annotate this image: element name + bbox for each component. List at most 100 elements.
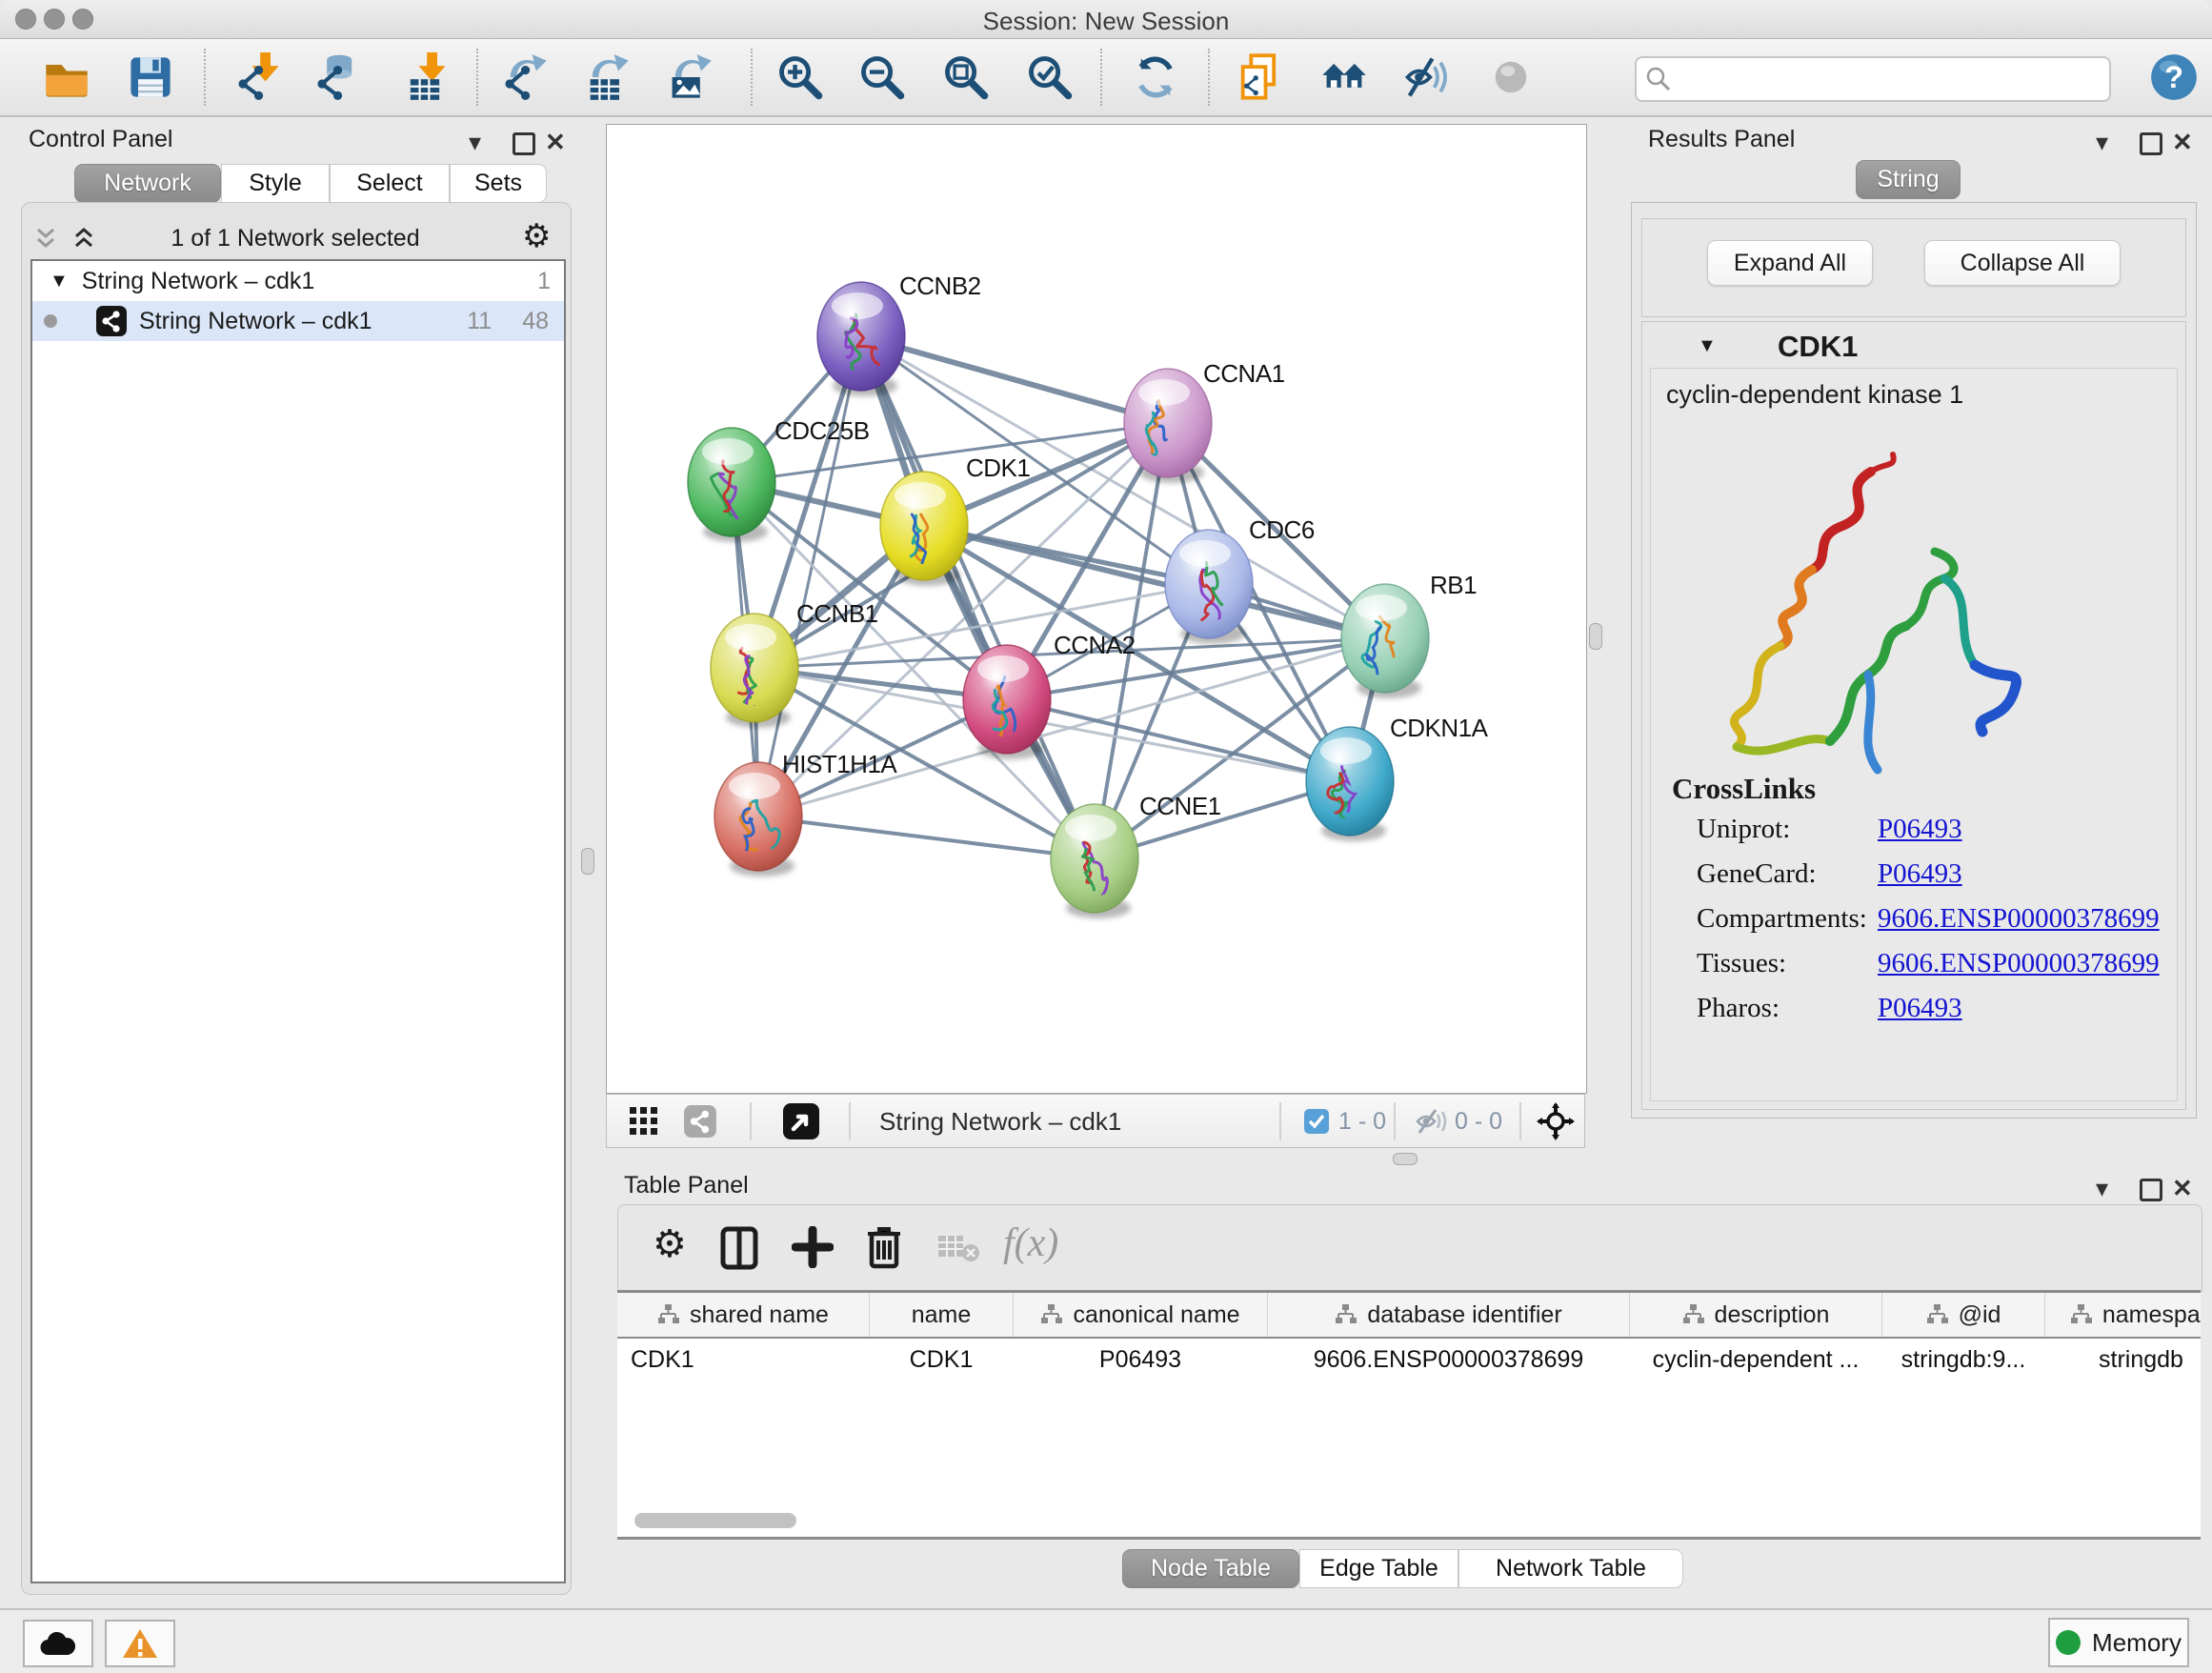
collapse-all-icon[interactable] bbox=[34, 227, 72, 252]
network-node-CDKN1A[interactable] bbox=[1306, 727, 1394, 841]
network-graph[interactable]: CCNB2CCNA1CDC25BCDK1CDC6RB1CCNB1CCNA2CDK… bbox=[607, 125, 1584, 1091]
refresh-icon[interactable] bbox=[1131, 52, 1180, 102]
export-network-icon[interactable] bbox=[500, 52, 550, 102]
shared-column-tree-icon bbox=[1682, 1304, 1705, 1325]
tab-sets[interactable]: Sets bbox=[450, 164, 547, 203]
left-splitter-handle[interactable] bbox=[581, 848, 594, 875]
results-panel-menu-caret-icon[interactable]: ▾ bbox=[2096, 130, 2108, 154]
network-node-CDC25B[interactable] bbox=[688, 428, 775, 542]
duplicate-network-icon[interactable] bbox=[1235, 52, 1284, 102]
network-edge-CCNB2-CCNA1[interactable] bbox=[861, 336, 1168, 423]
zoom-fit-icon[interactable] bbox=[941, 52, 991, 102]
table-cell[interactable]: 9606.ENSP00000378699 bbox=[1268, 1338, 1630, 1381]
import-table-icon[interactable] bbox=[400, 52, 450, 102]
zoom-in-icon[interactable] bbox=[775, 52, 825, 102]
export-table-icon[interactable] bbox=[582, 52, 632, 102]
network-options-gear-icon[interactable]: ⚙ bbox=[522, 217, 551, 255]
delete-table-icon[interactable] bbox=[936, 1232, 980, 1264]
import-database-icon[interactable] bbox=[312, 52, 362, 102]
tab-style[interactable]: Style bbox=[221, 164, 330, 203]
network-edge-CCNB2-HIST1H1A[interactable] bbox=[758, 336, 861, 816]
export-image-icon[interactable] bbox=[665, 52, 714, 102]
network-collection-row[interactable]: ▼ String Network – cdk1 1 bbox=[32, 261, 564, 301]
table-row[interactable]: CDK1CDK1P064939606.ENSP00000378699cyclin… bbox=[617, 1338, 2201, 1381]
results-tab-string[interactable]: String bbox=[1856, 160, 1961, 199]
zoom-selected-icon[interactable] bbox=[1025, 52, 1075, 102]
tree-caret-icon[interactable]: ▼ bbox=[50, 271, 69, 292]
control-panel-close-icon[interactable]: ✕ bbox=[545, 130, 566, 154]
column-header-@id[interactable]: @id bbox=[1882, 1293, 2045, 1338]
results-panel-close-icon[interactable]: ✕ bbox=[2172, 130, 2193, 154]
network-edge-CDK1-RB1[interactable] bbox=[924, 526, 1385, 638]
import-network-icon[interactable] bbox=[233, 52, 283, 102]
delete-column-icon[interactable] bbox=[864, 1224, 904, 1270]
help-icon[interactable]: ? bbox=[2149, 52, 2199, 102]
table-panel-menu-caret-icon[interactable]: ▾ bbox=[2096, 1176, 2108, 1200]
crosslink-link[interactable]: P06493 bbox=[1878, 814, 1962, 845]
table-panel-close-icon[interactable]: ✕ bbox=[2172, 1176, 2193, 1200]
entry-caret-icon[interactable]: ▼ bbox=[1698, 335, 1717, 357]
network-node-HIST1H1A[interactable] bbox=[714, 762, 802, 877]
table-tab-network-table[interactable]: Network Table bbox=[1458, 1549, 1683, 1588]
search-input[interactable] bbox=[1680, 65, 2109, 93]
control-panel-float-icon[interactable] bbox=[513, 132, 535, 155]
network-row-selected[interactable]: String Network – cdk1 11 48 bbox=[32, 301, 564, 341]
show-columns-icon[interactable] bbox=[719, 1226, 759, 1270]
table-tab-edge-table[interactable]: Edge Table bbox=[1299, 1549, 1458, 1588]
column-header-database-identifier[interactable]: database identifier bbox=[1268, 1293, 1630, 1338]
open-session-icon[interactable] bbox=[42, 52, 91, 102]
network-edge-HIST1H1A-CCNE1[interactable] bbox=[758, 816, 1095, 858]
floating-view-icon[interactable] bbox=[1486, 52, 1536, 102]
search-icon bbox=[1644, 65, 1673, 93]
column-header-description[interactable]: description bbox=[1630, 1293, 1882, 1338]
table-cell[interactable]: cyclin-dependent ... bbox=[1630, 1338, 1882, 1381]
network-node-CCNB2[interactable] bbox=[817, 282, 905, 396]
crosslink-link[interactable]: P06493 bbox=[1878, 858, 1962, 890]
column-header-canonical-name[interactable]: canonical name bbox=[1014, 1293, 1268, 1338]
memory-button[interactable]: Memory bbox=[2048, 1618, 2189, 1667]
horizontal-splitter-handle[interactable] bbox=[1393, 1153, 1418, 1165]
network-node-CCNB1[interactable] bbox=[711, 614, 798, 728]
table-cell[interactable]: stringdb bbox=[2045, 1338, 2202, 1381]
string-view-icon[interactable] bbox=[683, 1104, 717, 1139]
control-panel-menu-caret-icon[interactable]: ▾ bbox=[469, 130, 481, 154]
column-header-shared-name[interactable]: shared name bbox=[617, 1293, 870, 1338]
table-options-gear-icon[interactable]: ⚙ bbox=[653, 1222, 687, 1266]
table-cell[interactable]: P06493 bbox=[1014, 1338, 1268, 1381]
function-builder-icon[interactable]: f(x) bbox=[1003, 1220, 1058, 1266]
warnings-button[interactable] bbox=[105, 1620, 175, 1667]
crosslink-link[interactable]: P06493 bbox=[1878, 993, 1962, 1024]
fit-content-crosshair-icon[interactable] bbox=[1537, 1102, 1575, 1140]
crosslink-link[interactable]: 9606.ENSP00000378699 bbox=[1878, 903, 2160, 935]
table-horizontal-scrollbar[interactable] bbox=[634, 1513, 796, 1528]
column-header-namespac[interactable]: namespac bbox=[2045, 1293, 2202, 1338]
network-edge-CCNB2-CCNE1[interactable] bbox=[861, 336, 1095, 858]
right-splitter-handle[interactable] bbox=[1589, 623, 1602, 650]
add-column-icon[interactable] bbox=[792, 1226, 834, 1268]
birdseye-view-icon[interactable] bbox=[782, 1102, 820, 1140]
network-canvas[interactable]: CCNB2CCNA1CDC25BCDK1CDC6RB1CCNB1CCNA2CDK… bbox=[606, 124, 1587, 1094]
table-cell[interactable]: stringdb:9... bbox=[1882, 1338, 2045, 1381]
table-panel-float-icon[interactable] bbox=[2140, 1179, 2162, 1201]
save-session-icon[interactable] bbox=[126, 52, 175, 102]
network-node-RB1[interactable] bbox=[1341, 584, 1429, 698]
home-views-icon[interactable] bbox=[1319, 52, 1369, 102]
column-header-name[interactable]: name bbox=[870, 1293, 1014, 1338]
table-cell[interactable]: CDK1 bbox=[617, 1338, 870, 1381]
collapse-all-button[interactable]: Collapse All bbox=[1924, 240, 2121, 286]
tab-network[interactable]: Network bbox=[74, 164, 221, 203]
network-node-CCNE1[interactable] bbox=[1051, 804, 1138, 918]
tab-select[interactable]: Select bbox=[330, 164, 450, 203]
hide-panels-icon[interactable] bbox=[1401, 52, 1451, 102]
grid-view-icon[interactable] bbox=[630, 1107, 658, 1136]
selected-checkbox-icon[interactable] bbox=[1304, 1109, 1329, 1134]
zoom-out-icon[interactable] bbox=[857, 52, 907, 102]
crosslink-link[interactable]: 9606.ENSP00000378699 bbox=[1878, 948, 2160, 979]
hidden-eye-slash-icon[interactable] bbox=[1415, 1107, 1447, 1136]
table-tab-node-table[interactable]: Node Table bbox=[1122, 1549, 1299, 1588]
network-node-CCNA1[interactable] bbox=[1124, 369, 1212, 483]
results-panel-float-icon[interactable] bbox=[2140, 132, 2162, 155]
cloud-button[interactable] bbox=[23, 1620, 93, 1667]
table-cell[interactable]: CDK1 bbox=[870, 1338, 1014, 1381]
expand-all-button[interactable]: Expand All bbox=[1707, 240, 1873, 286]
